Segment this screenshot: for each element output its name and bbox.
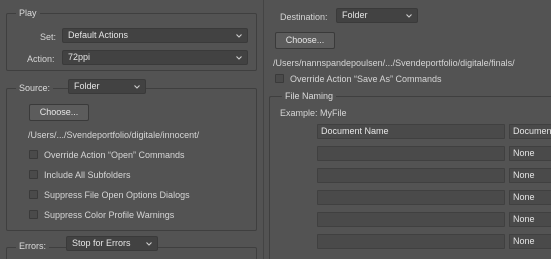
destination-label: Destination: [280,12,328,22]
suppress-open-dialogs-checkbox[interactable] [29,190,38,199]
play-legend: Play [16,8,40,18]
naming-ext-5[interactable]: None [509,212,551,227]
chevron-down-icon [235,32,243,40]
errors-label: Errors: [16,241,49,251]
naming-example: Example: MyFile [280,108,347,118]
override-save-as-checkbox[interactable] [275,74,284,83]
destination-select-value: Folder [342,10,368,20]
destination-path: /Users/nannspandepoulsen/.../Svendeportf… [273,58,515,68]
source-select-value: Folder [74,81,100,91]
naming-ext-4[interactable]: None [509,190,551,205]
chevron-down-icon [405,12,413,20]
set-select-value: Default Actions [68,30,129,40]
naming-field-5[interactable] [317,212,505,227]
override-open-checkbox[interactable] [29,150,38,159]
naming-field-1[interactable]: Document Name [317,124,505,139]
action-select[interactable]: 72ppi [62,50,248,65]
suppress-open-dialogs-label: Suppress File Open Options Dialogs [44,190,190,200]
override-open-label: Override Action “Open” Commands [44,150,185,160]
chevron-down-icon [133,83,141,91]
errors-select-value: Stop for Errors [72,238,131,248]
naming-ext-2[interactable]: None [509,146,551,161]
include-subfolders-label: Include All Subfolders [44,170,131,180]
chevron-down-icon [145,240,153,248]
set-label: Set: [40,32,57,42]
destination-select[interactable]: Folder [336,8,418,23]
source-select[interactable]: Folder [68,79,146,94]
naming-field-4[interactable] [317,190,505,205]
chevron-down-icon [235,54,243,62]
include-subfolders-checkbox[interactable] [29,170,38,179]
source-path: /Users/.../Svendeportfolio/digitale/inno… [28,130,200,140]
source-label: Source: [16,83,54,93]
action-select-value: 72ppi [68,52,91,62]
source-choose-button[interactable]: Choose... [29,104,89,121]
naming-ext-1[interactable]: Documen [509,124,551,139]
suppress-color-warnings-checkbox[interactable] [29,210,38,219]
file-naming-legend: File Naming [282,91,337,101]
naming-ext-6[interactable]: None [509,234,551,249]
destination-choose-button[interactable]: Choose... [275,32,335,49]
column-divider [263,0,264,259]
naming-field-6[interactable] [317,234,505,249]
override-save-as-label: Override Action “Save As” Commands [290,74,442,84]
set-select[interactable]: Default Actions [62,28,248,43]
naming-field-2[interactable] [317,146,505,161]
suppress-color-warnings-label: Suppress Color Profile Warnings [44,210,175,220]
naming-field-3[interactable] [317,168,505,183]
action-label: Action: [27,54,55,64]
errors-select[interactable]: Stop for Errors [66,236,158,251]
naming-ext-3[interactable]: None [509,168,551,183]
